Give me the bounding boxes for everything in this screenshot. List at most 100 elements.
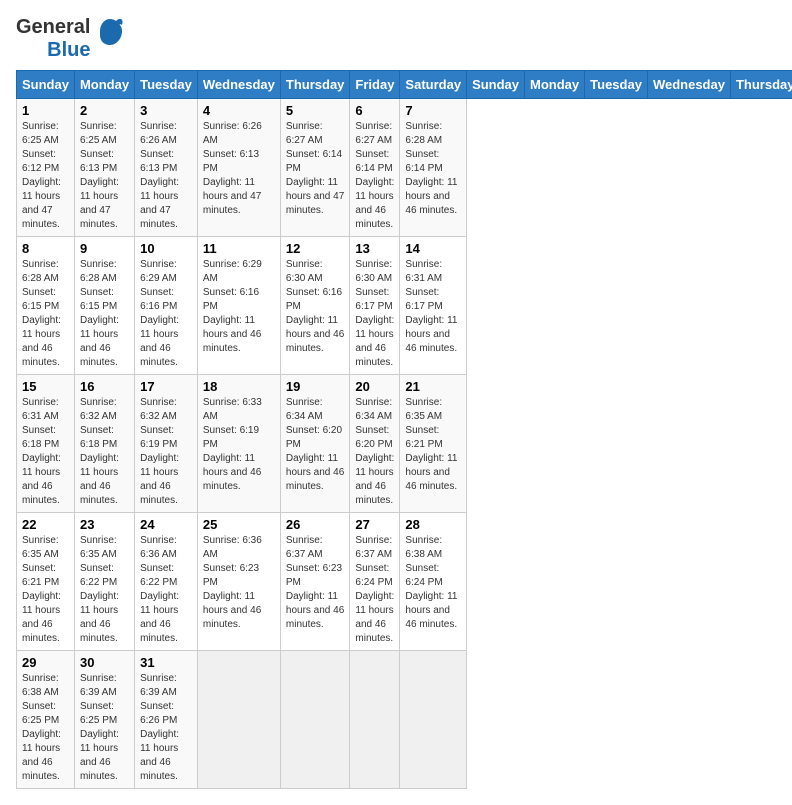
day-number: 14 <box>405 241 461 256</box>
day-detail: Sunrise: 6:30 AMSunset: 6:17 PMDaylight:… <box>355 259 394 368</box>
calendar-cell <box>400 651 467 789</box>
page-header: General Blue <box>16 16 776 62</box>
day-detail: Sunrise: 6:34 AMSunset: 6:20 PMDaylight:… <box>355 397 394 506</box>
col-header-sunday: Sunday <box>467 71 525 99</box>
day-detail: Sunrise: 6:30 AMSunset: 6:16 PMDaylight:… <box>286 259 344 354</box>
day-number: 19 <box>286 379 345 394</box>
day-detail: Sunrise: 6:25 AMSunset: 6:12 PMDaylight:… <box>22 121 61 230</box>
calendar-cell: 17 Sunrise: 6:32 AMSunset: 6:19 PMDaylig… <box>135 375 198 513</box>
day-number: 1 <box>22 103 69 118</box>
day-number: 29 <box>22 655 69 670</box>
day-detail: Sunrise: 6:28 AMSunset: 6:15 PMDaylight:… <box>80 259 119 368</box>
day-detail: Sunrise: 6:38 AMSunset: 6:24 PMDaylight:… <box>405 535 457 630</box>
day-detail: Sunrise: 6:39 AMSunset: 6:26 PMDaylight:… <box>140 673 179 782</box>
day-detail: Sunrise: 6:37 AMSunset: 6:23 PMDaylight:… <box>286 535 344 630</box>
calendar-cell: 23 Sunrise: 6:35 AMSunset: 6:22 PMDaylig… <box>74 513 134 651</box>
week-row-4: 22 Sunrise: 6:35 AMSunset: 6:21 PMDaylig… <box>17 513 792 651</box>
header-sunday: Sunday <box>17 71 75 99</box>
week-row-1: 1 Sunrise: 6:25 AMSunset: 6:12 PMDayligh… <box>17 99 792 237</box>
calendar-cell: 18 Sunrise: 6:33 AMSunset: 6:19 PMDaylig… <box>197 375 280 513</box>
day-detail: Sunrise: 6:29 AMSunset: 6:16 PMDaylight:… <box>203 259 262 354</box>
day-number: 25 <box>203 517 275 532</box>
calendar-cell: 30 Sunrise: 6:39 AMSunset: 6:25 PMDaylig… <box>74 651 134 789</box>
day-detail: Sunrise: 6:38 AMSunset: 6:25 PMDaylight:… <box>22 673 61 782</box>
day-detail: Sunrise: 6:36 AMSunset: 6:23 PMDaylight:… <box>203 535 262 630</box>
header-thursday: Thursday <box>280 71 350 99</box>
day-detail: Sunrise: 6:32 AMSunset: 6:19 PMDaylight:… <box>140 397 179 506</box>
day-detail: Sunrise: 6:27 AMSunset: 6:14 PMDaylight:… <box>355 121 394 230</box>
day-detail: Sunrise: 6:26 AMSunset: 6:13 PMDaylight:… <box>203 121 262 216</box>
day-detail: Sunrise: 6:27 AMSunset: 6:14 PMDaylight:… <box>286 121 344 216</box>
day-number: 9 <box>80 241 129 256</box>
col-header-monday: Monday <box>525 71 585 99</box>
day-number: 24 <box>140 517 192 532</box>
day-number: 4 <box>203 103 275 118</box>
header-tuesday: Tuesday <box>135 71 198 99</box>
calendar-cell <box>197 651 280 789</box>
day-detail: Sunrise: 6:29 AMSunset: 6:16 PMDaylight:… <box>140 259 179 368</box>
week-row-2: 8 Sunrise: 6:28 AMSunset: 6:15 PMDayligh… <box>17 237 792 375</box>
calendar-cell: 2 Sunrise: 6:25 AMSunset: 6:13 PMDayligh… <box>74 99 134 237</box>
calendar-cell: 31 Sunrise: 6:39 AMSunset: 6:26 PMDaylig… <box>135 651 198 789</box>
col-header-tuesday: Tuesday <box>585 71 648 99</box>
calendar-cell: 14 Sunrise: 6:31 AMSunset: 6:17 PMDaylig… <box>400 237 467 375</box>
day-detail: Sunrise: 6:28 AMSunset: 6:14 PMDaylight:… <box>405 121 457 216</box>
header-monday: Monday <box>74 71 134 99</box>
day-detail: Sunrise: 6:39 AMSunset: 6:25 PMDaylight:… <box>80 673 119 782</box>
calendar-cell: 9 Sunrise: 6:28 AMSunset: 6:15 PMDayligh… <box>74 237 134 375</box>
week-row-5: 29 Sunrise: 6:38 AMSunset: 6:25 PMDaylig… <box>17 651 792 789</box>
calendar-cell: 28 Sunrise: 6:38 AMSunset: 6:24 PMDaylig… <box>400 513 467 651</box>
calendar-cell <box>280 651 350 789</box>
day-number: 31 <box>140 655 192 670</box>
day-number: 5 <box>286 103 345 118</box>
day-number: 26 <box>286 517 345 532</box>
day-detail: Sunrise: 6:35 AMSunset: 6:21 PMDaylight:… <box>405 397 457 492</box>
day-detail: Sunrise: 6:36 AMSunset: 6:22 PMDaylight:… <box>140 535 179 644</box>
day-number: 13 <box>355 241 394 256</box>
day-detail: Sunrise: 6:33 AMSunset: 6:19 PMDaylight:… <box>203 397 262 492</box>
header-friday: Friday <box>350 71 400 99</box>
calendar-cell: 19 Sunrise: 6:34 AMSunset: 6:20 PMDaylig… <box>280 375 350 513</box>
calendar-cell: 22 Sunrise: 6:35 AMSunset: 6:21 PMDaylig… <box>17 513 75 651</box>
header-saturday: Saturday <box>400 71 467 99</box>
calendar-cell: 29 Sunrise: 6:38 AMSunset: 6:25 PMDaylig… <box>17 651 75 789</box>
calendar-cell: 4 Sunrise: 6:26 AMSunset: 6:13 PMDayligh… <box>197 99 280 237</box>
col-header-thursday: Thursday <box>730 71 792 99</box>
day-detail: Sunrise: 6:34 AMSunset: 6:20 PMDaylight:… <box>286 397 344 492</box>
day-number: 2 <box>80 103 129 118</box>
day-detail: Sunrise: 6:31 AMSunset: 6:18 PMDaylight:… <box>22 397 61 506</box>
calendar-cell: 1 Sunrise: 6:25 AMSunset: 6:12 PMDayligh… <box>17 99 75 237</box>
calendar-cell: 10 Sunrise: 6:29 AMSunset: 6:16 PMDaylig… <box>135 237 198 375</box>
day-detail: Sunrise: 6:37 AMSunset: 6:24 PMDaylight:… <box>355 535 394 644</box>
day-number: 15 <box>22 379 69 394</box>
day-number: 11 <box>203 241 275 256</box>
calendar-cell <box>350 651 400 789</box>
week-row-3: 15 Sunrise: 6:31 AMSunset: 6:18 PMDaylig… <box>17 375 792 513</box>
day-detail: Sunrise: 6:32 AMSunset: 6:18 PMDaylight:… <box>80 397 119 506</box>
day-number: 22 <box>22 517 69 532</box>
day-number: 28 <box>405 517 461 532</box>
calendar-table: SundayMondayTuesdayWednesdayThursdayFrid… <box>16 70 792 789</box>
day-detail: Sunrise: 6:26 AMSunset: 6:13 PMDaylight:… <box>140 121 179 230</box>
calendar-header-row: SundayMondayTuesdayWednesdayThursdayFrid… <box>17 71 792 99</box>
day-detail: Sunrise: 6:25 AMSunset: 6:13 PMDaylight:… <box>80 121 119 230</box>
day-detail: Sunrise: 6:35 AMSunset: 6:21 PMDaylight:… <box>22 535 61 644</box>
day-number: 21 <box>405 379 461 394</box>
day-number: 17 <box>140 379 192 394</box>
header-wednesday: Wednesday <box>197 71 280 99</box>
calendar-cell: 8 Sunrise: 6:28 AMSunset: 6:15 PMDayligh… <box>17 237 75 375</box>
day-detail: Sunrise: 6:31 AMSunset: 6:17 PMDaylight:… <box>405 259 457 354</box>
calendar-cell: 24 Sunrise: 6:36 AMSunset: 6:22 PMDaylig… <box>135 513 198 651</box>
day-number: 3 <box>140 103 192 118</box>
calendar-cell: 5 Sunrise: 6:27 AMSunset: 6:14 PMDayligh… <box>280 99 350 237</box>
day-number: 8 <box>22 241 69 256</box>
calendar-cell: 20 Sunrise: 6:34 AMSunset: 6:20 PMDaylig… <box>350 375 400 513</box>
calendar-cell: 25 Sunrise: 6:36 AMSunset: 6:23 PMDaylig… <box>197 513 280 651</box>
calendar-cell: 3 Sunrise: 6:26 AMSunset: 6:13 PMDayligh… <box>135 99 198 237</box>
calendar-cell: 15 Sunrise: 6:31 AMSunset: 6:18 PMDaylig… <box>17 375 75 513</box>
day-number: 27 <box>355 517 394 532</box>
day-number: 18 <box>203 379 275 394</box>
day-detail: Sunrise: 6:28 AMSunset: 6:15 PMDaylight:… <box>22 259 61 368</box>
day-number: 23 <box>80 517 129 532</box>
day-number: 7 <box>405 103 461 118</box>
